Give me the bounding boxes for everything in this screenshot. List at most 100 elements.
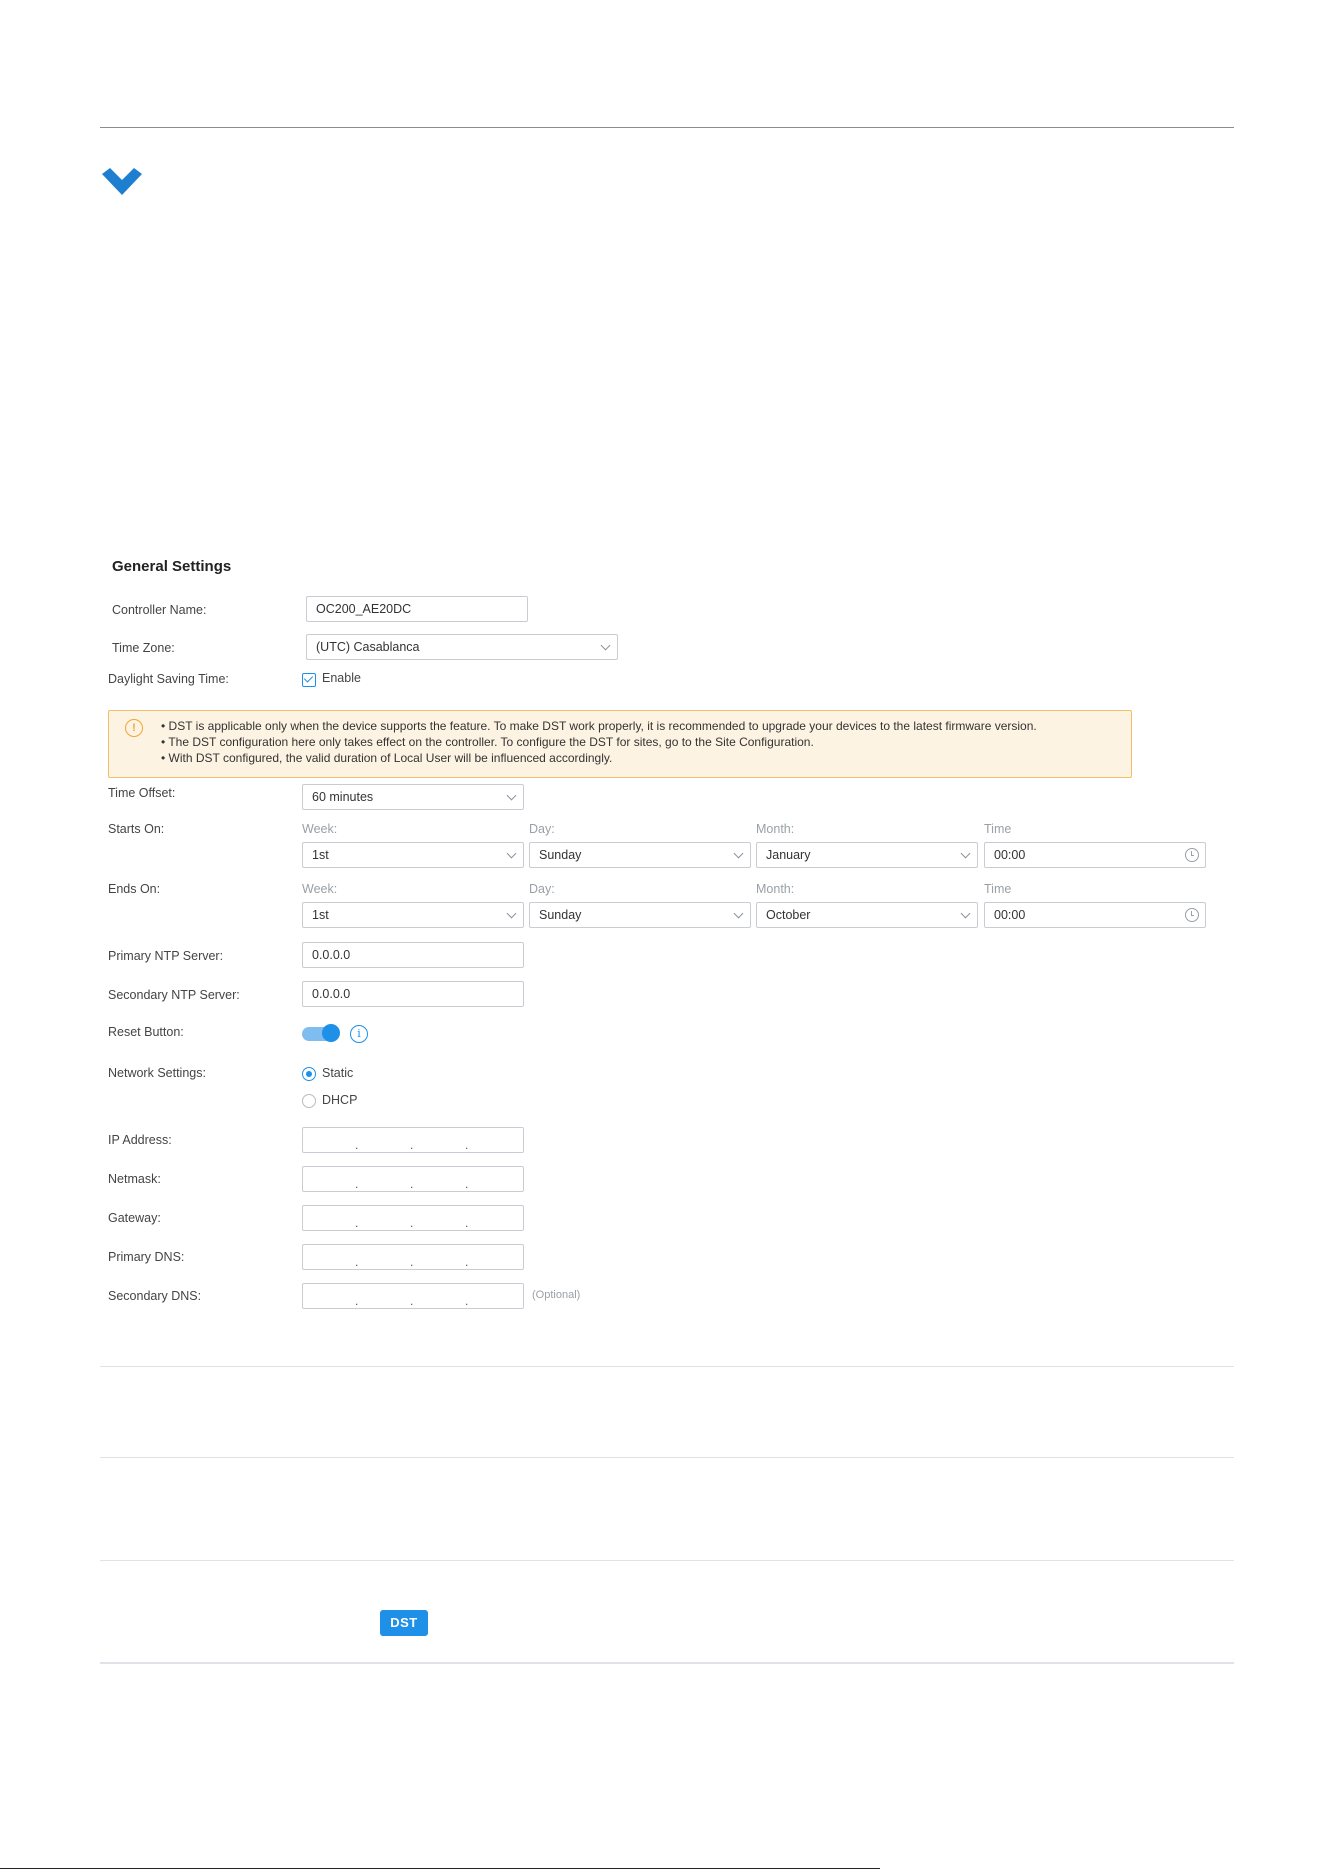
top-divider: [100, 127, 1234, 128]
time-caption: Time: [984, 822, 1012, 836]
secondary-ntp-label: Secondary NTP Server:: [108, 988, 240, 1002]
chevron-down-icon: [733, 908, 744, 919]
divider: [100, 1560, 1234, 1561]
chevron-down-icon: [506, 908, 517, 919]
warning-icon: !: [125, 719, 143, 737]
secondary-ntp-input[interactable]: 0.0.0.0: [302, 981, 524, 1007]
time-zone-select[interactable]: (UTC) Casablanca: [306, 634, 618, 660]
toggle-knob: [322, 1024, 340, 1042]
starts-week-select[interactable]: 1st: [302, 842, 524, 868]
starts-month-select[interactable]: January: [756, 842, 978, 868]
primary-ntp-input[interactable]: 0.0.0.0: [302, 942, 524, 968]
general-settings-panel: General Settings Controller Name: OC200_…: [100, 550, 1234, 1340]
clock-icon[interactable]: [1185, 848, 1199, 862]
controller-name-label: Controller Name:: [112, 603, 207, 617]
starts-month-value: January: [766, 848, 811, 862]
ip-address-input[interactable]: . . .: [302, 1127, 524, 1153]
time-zone-value: (UTC) Casablanca: [316, 640, 420, 654]
chevron-down-icon: [960, 848, 971, 859]
starts-day-select[interactable]: Sunday: [529, 842, 751, 868]
ip-separator: .: [465, 1255, 469, 1269]
ip-separator: .: [410, 1177, 414, 1191]
ip-separator: .: [410, 1138, 414, 1152]
netmask-label: Netmask:: [108, 1172, 161, 1186]
notice-line: • With DST configured, the valid duratio…: [161, 751, 613, 765]
week-caption: Week:: [302, 822, 338, 836]
ends-on-label: Ends On:: [108, 882, 161, 896]
ip-separator: .: [465, 1294, 469, 1308]
divider: [100, 1366, 1234, 1367]
primary-ntp-label: Primary NTP Server:: [108, 949, 224, 963]
static-label: Static: [322, 1066, 354, 1080]
time-offset-select[interactable]: 60 minutes: [302, 784, 524, 810]
info-icon[interactable]: i: [350, 1025, 368, 1043]
notice-line: • DST is applicable only when the device…: [161, 719, 1037, 733]
dhcp-label: DHCP: [322, 1093, 358, 1107]
controller-name-input[interactable]: OC200_AE20DC: [306, 596, 528, 622]
dhcp-radio[interactable]: [302, 1094, 316, 1108]
chevron-down-icon: [733, 848, 744, 859]
clock-icon[interactable]: [1185, 908, 1199, 922]
ends-month-select[interactable]: October: [756, 902, 978, 928]
primary-dns-label: Primary DNS:: [108, 1250, 185, 1264]
primary-dns-input[interactable]: . . .: [302, 1244, 524, 1270]
chevron-down-icon: [960, 908, 971, 919]
starts-on-label: Starts On:: [108, 822, 165, 836]
ip-separator: .: [355, 1255, 359, 1269]
time-offset-value: 60 minutes: [312, 790, 374, 804]
dst-notice: ! • DST is applicable only when the devi…: [108, 710, 1132, 778]
month-caption: Month:: [756, 882, 795, 896]
ends-week-value: 1st: [312, 908, 329, 922]
chevron-down-icon: [600, 640, 611, 651]
chevron-down-icon[interactable]: [102, 168, 142, 198]
dst-badge: DST: [380, 1610, 428, 1636]
starts-time-input[interactable]: 00:00: [984, 842, 1206, 868]
ip-separator: .: [465, 1138, 469, 1152]
divider: [100, 1662, 1234, 1664]
time-caption: Time: [984, 882, 1012, 896]
ip-separator: .: [355, 1216, 359, 1230]
dst-enable-checkbox[interactable]: [302, 673, 316, 687]
netmask-input[interactable]: . . .: [302, 1166, 524, 1192]
gateway-input[interactable]: . . .: [302, 1205, 524, 1231]
ip-separator: .: [465, 1216, 469, 1230]
starts-week-value: 1st: [312, 848, 329, 862]
ip-separator: .: [355, 1294, 359, 1308]
reset-button-toggle[interactable]: [302, 1024, 340, 1042]
time-zone-label: Time Zone:: [112, 641, 175, 655]
divider: [100, 1457, 1234, 1458]
ip-separator: .: [355, 1138, 359, 1152]
optional-note: (Optional): [532, 1289, 581, 1301]
ip-separator: .: [355, 1177, 359, 1191]
day-caption: Day:: [529, 882, 555, 896]
month-caption: Month:: [756, 822, 795, 836]
ends-time-value: 00:00: [994, 908, 1026, 922]
ends-time-input[interactable]: 00:00: [984, 902, 1206, 928]
dst-label: Daylight Saving Time:: [108, 672, 229, 686]
reset-button-label: Reset Button:: [108, 1025, 184, 1039]
static-radio[interactable]: [302, 1067, 316, 1081]
week-caption: Week:: [302, 882, 338, 896]
secondary-dns-label: Secondary DNS:: [108, 1289, 202, 1303]
chevron-down-icon: [506, 848, 517, 859]
starts-day-value: Sunday: [539, 848, 582, 862]
ends-month-value: October: [766, 908, 811, 922]
gateway-label: Gateway:: [108, 1211, 161, 1225]
notice-line: • The DST configuration here only takes …: [161, 735, 814, 749]
starts-time-value: 00:00: [994, 848, 1026, 862]
ends-week-select[interactable]: 1st: [302, 902, 524, 928]
time-offset-label: Time Offset:: [108, 786, 176, 800]
section-title: General Settings: [112, 558, 232, 575]
secondary-dns-input[interactable]: . . .: [302, 1283, 524, 1309]
ip-address-label: IP Address:: [108, 1133, 172, 1147]
day-caption: Day:: [529, 822, 555, 836]
ip-separator: .: [465, 1177, 469, 1191]
dst-enable-label: Enable: [322, 671, 361, 685]
ends-day-value: Sunday: [539, 908, 582, 922]
ip-separator: .: [410, 1255, 414, 1269]
chevron-down-icon: [506, 790, 517, 801]
ends-day-select[interactable]: Sunday: [529, 902, 751, 928]
footer-line: [0, 1868, 880, 1869]
network-settings-label: Network Settings:: [108, 1066, 206, 1080]
ip-separator: .: [410, 1294, 414, 1308]
